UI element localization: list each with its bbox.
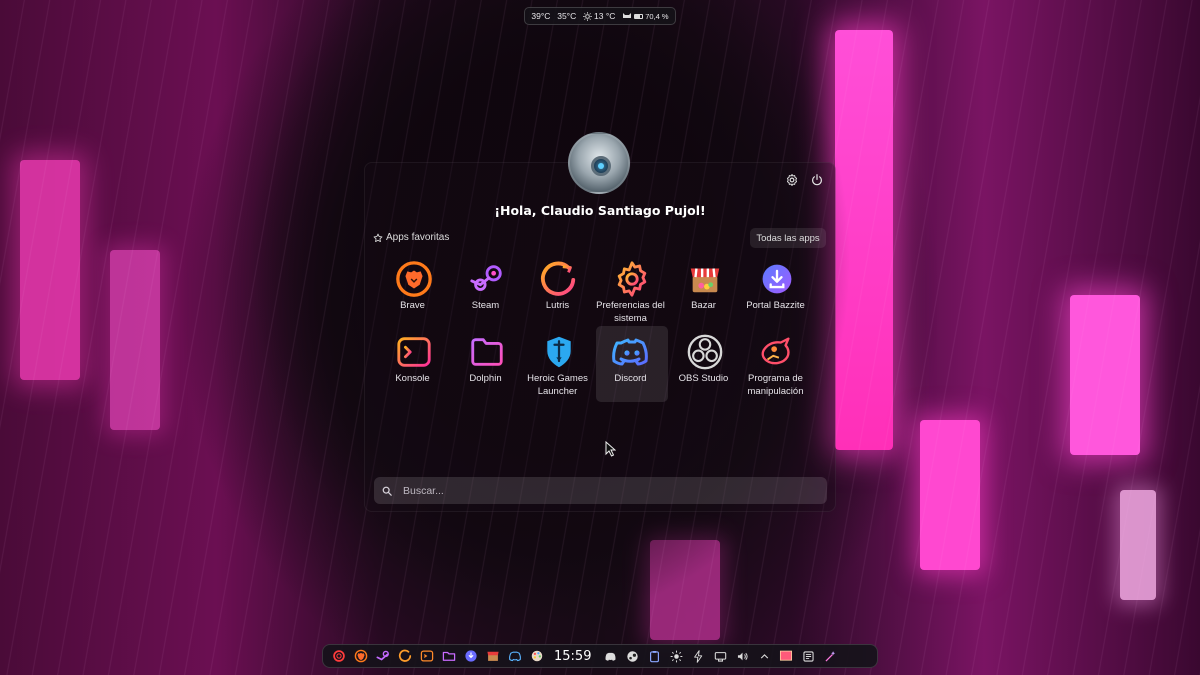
taskbar: 15:59	[322, 644, 878, 668]
star-icon	[373, 233, 383, 242]
volume-icon[interactable]	[731, 645, 753, 667]
steam-icon	[467, 259, 507, 299]
app-konsole[interactable]: Konsole	[378, 326, 450, 402]
obs-icon	[685, 332, 725, 372]
app-bazar[interactable]: Bazar	[669, 253, 741, 329]
chevron-up-icon[interactable]	[753, 645, 775, 667]
app-label: Steam	[471, 300, 500, 311]
app-label: Preferencias del sistema	[596, 300, 665, 324]
search-bar[interactable]	[374, 477, 827, 504]
gpu-temp: 35°C	[557, 11, 577, 21]
folder-taskbar-icon[interactable]	[438, 645, 460, 667]
portal-taskbar-icon[interactable]	[460, 645, 482, 667]
settings-gear-icon	[612, 259, 652, 299]
app-label: OBS Studio	[678, 373, 729, 384]
settings-button[interactable]	[783, 171, 801, 189]
palette-taskbar-icon[interactable]	[526, 645, 548, 667]
battery-status: 70,4 %	[622, 12, 669, 21]
clipboard-icon[interactable]	[643, 645, 665, 667]
lutris-icon	[539, 259, 579, 299]
brightness-icon[interactable]	[665, 645, 687, 667]
favorites-heading: Apps favoritas	[373, 232, 449, 243]
terminal-taskbar-icon[interactable]	[416, 645, 438, 667]
desktop-icon[interactable]	[775, 645, 797, 667]
gear-icon	[786, 173, 798, 187]
app-obs-studio[interactable]: OBS Studio	[669, 326, 741, 402]
app-gimp[interactable]: Programa de manipulación	[741, 326, 813, 402]
discord-tray-icon[interactable]	[599, 645, 621, 667]
app-discord[interactable]: Discord	[596, 326, 668, 402]
app-label: Konsole	[395, 373, 430, 384]
folder-icon	[467, 332, 507, 372]
discord-taskbar-icon[interactable]	[504, 645, 526, 667]
battery-icon	[634, 13, 644, 19]
app-brave[interactable]: Brave	[378, 253, 450, 329]
power-button[interactable]	[808, 171, 826, 189]
cpu-temp: 39°C	[531, 11, 551, 21]
app-label: Bazar	[691, 300, 716, 311]
clock[interactable]: 15:59	[548, 649, 599, 664]
steam-tray-icon[interactable]	[621, 645, 643, 667]
launcher-ring-icon[interactable]	[328, 645, 350, 667]
app-label: Lutris	[545, 300, 570, 311]
greeting-text: ¡Hola, Claudio Santiago Pujol!	[494, 203, 706, 218]
sun-icon	[583, 11, 593, 21]
app-label: Programa de manipulación	[747, 373, 804, 397]
app-label: Heroic Games Launcher	[527, 373, 588, 397]
system-status-widget[interactable]: 39°C 35°C 13 °C 70,4 %	[524, 7, 676, 25]
heroic-shield-icon	[539, 332, 579, 372]
app-dolphin[interactable]: Dolphin	[451, 326, 523, 402]
user-avatar[interactable]	[568, 132, 630, 194]
notes-icon[interactable]	[797, 645, 819, 667]
discord-icon	[612, 332, 652, 372]
app-portal-bazzite[interactable]: Portal Bazzite	[741, 253, 813, 329]
bolt-icon[interactable]	[687, 645, 709, 667]
lutris-taskbar-icon[interactable]	[394, 645, 416, 667]
app-steam[interactable]: Steam	[451, 253, 523, 329]
brave-taskbar-icon[interactable]	[350, 645, 372, 667]
app-label: Portal Bazzite	[746, 300, 805, 311]
app-system-settings[interactable]: Preferencias del sistema	[596, 253, 668, 329]
bazar-shop-icon	[685, 259, 725, 299]
app-label: Dolphin	[469, 373, 502, 384]
steam-taskbar-icon[interactable]	[372, 645, 394, 667]
bazar-taskbar-icon[interactable]	[482, 645, 504, 667]
gimp-icon	[757, 332, 797, 372]
search-input[interactable]	[403, 484, 803, 497]
brave-icon	[394, 259, 434, 299]
magic-icon[interactable]	[819, 645, 841, 667]
mouse-cursor-icon	[605, 441, 616, 457]
app-heroic-games-launcher[interactable]: Heroic Games Launcher	[523, 326, 595, 402]
search-icon	[382, 486, 392, 496]
power-icon	[812, 174, 822, 186]
cat-icon	[623, 13, 632, 18]
terminal-icon	[394, 332, 434, 372]
robot-avatar	[591, 156, 611, 176]
all-apps-button[interactable]: Todas las apps	[750, 228, 826, 248]
app-label: Brave	[400, 300, 425, 311]
network-icon[interactable]	[709, 645, 731, 667]
app-lutris[interactable]: Lutris	[523, 253, 595, 329]
weather: 13 °C	[583, 11, 615, 21]
app-label: Discord	[614, 373, 647, 384]
download-portal-icon	[757, 259, 797, 299]
